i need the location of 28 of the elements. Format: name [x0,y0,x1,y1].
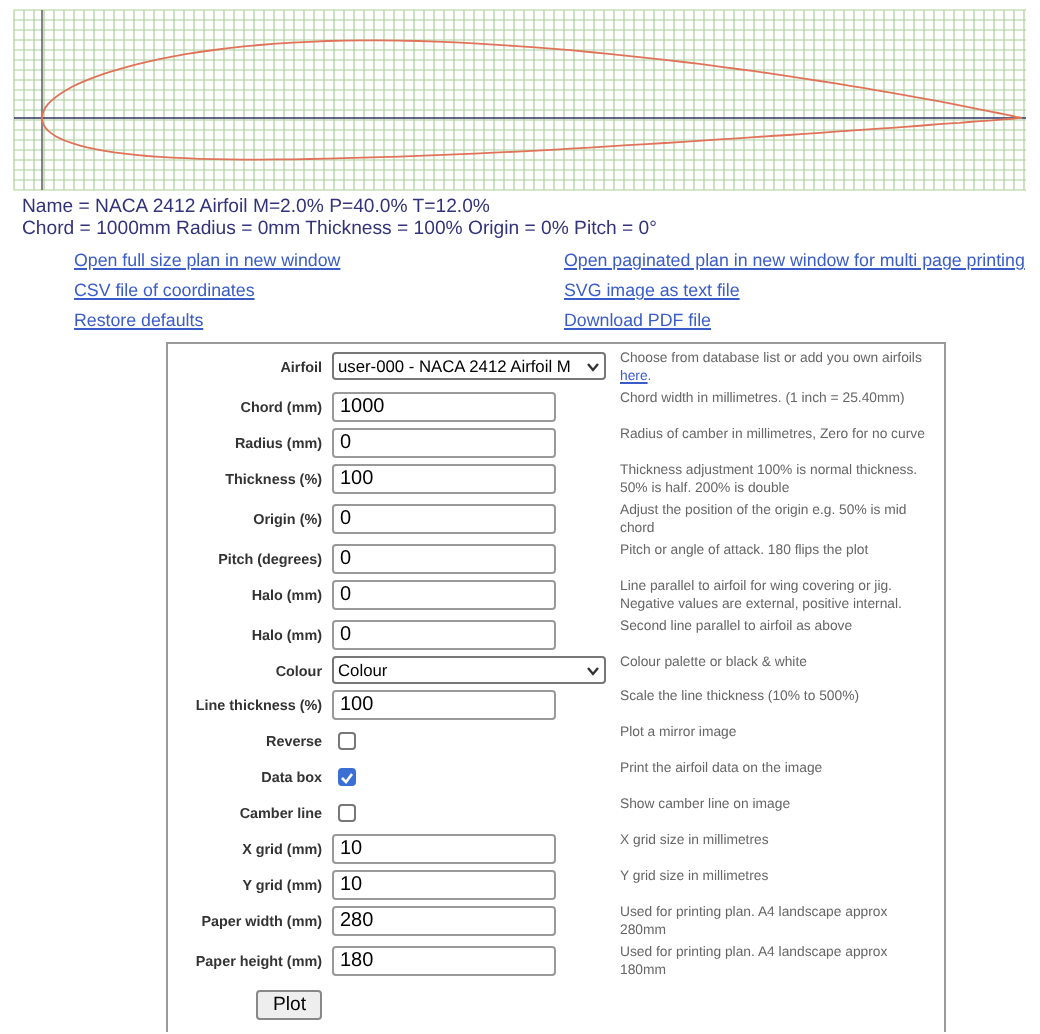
input-field[interactable]: 180 [332,946,556,976]
input-field[interactable]: 1000 [332,392,556,422]
input-field[interactable]: 280 [332,906,556,936]
input-field[interactable]: 0 [332,620,556,650]
link[interactable]: Open paginated plan in new window for multi page printing [564,248,1025,272]
link[interactable]: Restore defaults [74,308,204,332]
link[interactable]: Download PDF file [564,308,711,332]
checkbox[interactable] [338,768,356,786]
checkbox[interactable] [338,732,356,750]
checkbox[interactable] [338,804,356,822]
input-field[interactable]: 0 [332,428,556,458]
link[interactable]: CSV file of coordinates [74,278,255,302]
link[interactable]: Open full size plan in new window [74,248,341,272]
airfoil-info-text: Name = NACA 2412 Airfoil M=2.0% P=40.0% T=12.0% [22,196,492,218]
dropdown[interactable]: Colour [332,656,606,684]
input-field[interactable]: 10 [332,870,556,900]
dropdown[interactable]: user-000 - NACA 2412 Airfoil M [332,352,606,380]
input-field[interactable]: 0 [332,580,556,610]
plot-button[interactable]: Plot [256,990,322,1020]
airfoil-info-text: Chord = 1000mm Radius = 0mm Thickness = 100% Origin = 0% Pitch = 0° [22,218,659,240]
caret-icon [586,361,600,371]
link[interactable]: SVG image as text file [564,278,740,302]
input-field[interactable]: 0 [332,504,556,534]
caret-icon [586,665,600,675]
input-field[interactable]: 10 [332,834,556,864]
input-field[interactable]: 0 [332,544,556,574]
input-field[interactable]: 100 [332,690,556,720]
input-field[interactable]: 100 [332,464,556,494]
